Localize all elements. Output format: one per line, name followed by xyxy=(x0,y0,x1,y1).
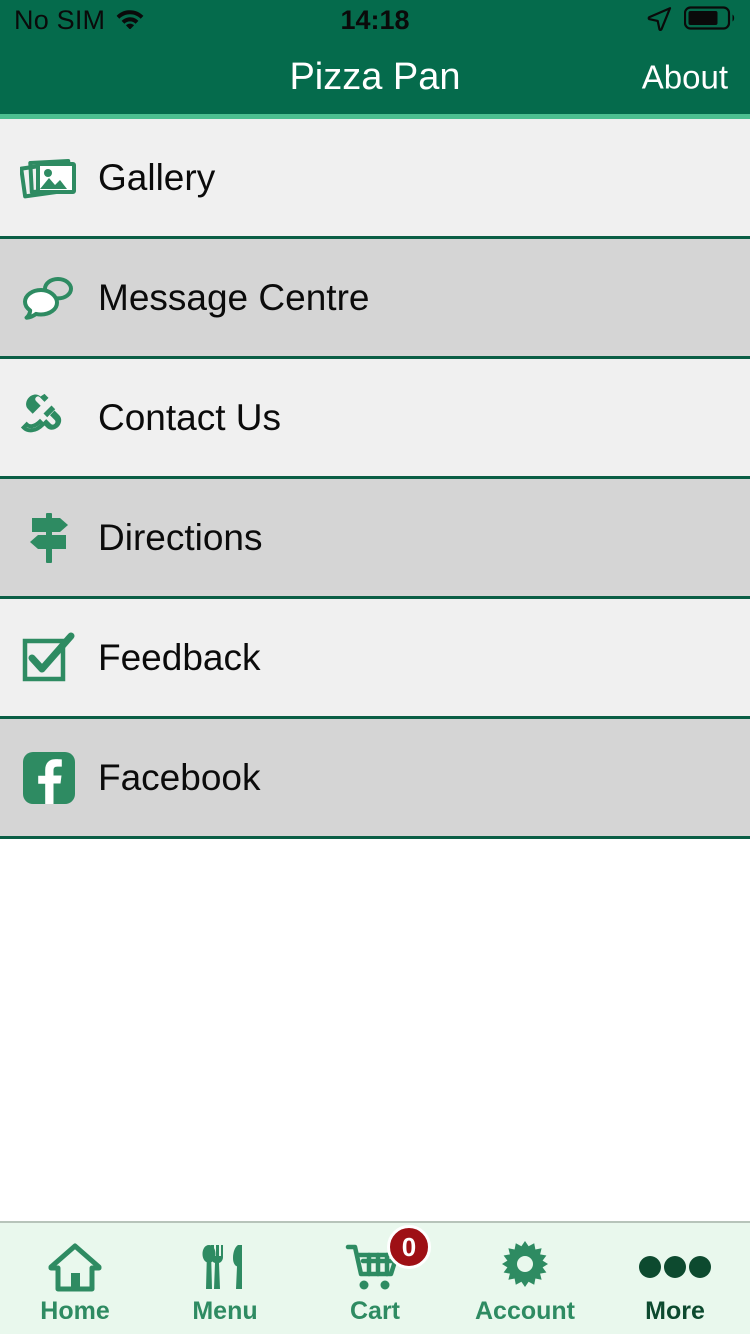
tab-cart[interactable]: 0 Cart xyxy=(300,1223,450,1334)
speech-bubbles-icon xyxy=(18,267,80,329)
tab-label: Home xyxy=(40,1297,110,1325)
carrier-label: No SIM xyxy=(14,4,106,35)
list-item-label: Message Centre xyxy=(98,277,370,318)
facebook-icon xyxy=(18,747,80,809)
about-button[interactable]: About xyxy=(642,61,728,94)
shopping-cart-icon: 0 xyxy=(345,1225,431,1295)
menu-list: Gallery Message Centre Contact Us Direct… xyxy=(0,119,750,839)
list-item-label: Contact Us xyxy=(98,397,282,438)
list-item-label: Feedback xyxy=(98,637,261,678)
tab-account[interactable]: Account xyxy=(450,1223,600,1334)
location-arrow-icon xyxy=(646,5,672,36)
cutlery-icon xyxy=(197,1239,253,1295)
checkbox-check-icon xyxy=(18,627,80,689)
nav-bar: Pizza Pan About xyxy=(0,40,750,119)
empty-content-area xyxy=(0,839,750,1221)
photos-stack-icon xyxy=(18,147,80,209)
list-item-feedback[interactable]: Feedback xyxy=(0,599,750,719)
signpost-icon xyxy=(18,507,80,569)
status-bar-left: No SIM xyxy=(14,4,145,35)
tab-label: Cart xyxy=(349,1297,400,1325)
tab-label: Menu xyxy=(192,1297,258,1325)
app-screen: No SIM 14:18 Pizza Pan About Gallery Mes… xyxy=(0,0,750,1334)
list-item-label: Directions xyxy=(98,517,263,558)
tab-more[interactable]: More xyxy=(600,1223,750,1334)
cart-badge: 0 xyxy=(387,1225,431,1269)
bottom-tab-bar: Home Menu 0 Cart Account More xyxy=(0,1221,750,1334)
tab-home[interactable]: Home xyxy=(0,1223,150,1334)
ellipsis-icon xyxy=(638,1239,712,1295)
tab-menu[interactable]: Menu xyxy=(150,1223,300,1334)
phone-handset-icon xyxy=(18,387,80,449)
tab-label: Account xyxy=(475,1297,575,1325)
list-item-label: Gallery xyxy=(98,157,216,198)
gear-icon xyxy=(497,1239,553,1295)
list-item-label: Facebook xyxy=(98,757,261,798)
wifi-icon xyxy=(115,7,145,34)
battery-icon xyxy=(683,5,736,36)
list-item-message-centre[interactable]: Message Centre xyxy=(0,239,750,359)
list-item-gallery[interactable]: Gallery xyxy=(0,119,750,239)
page-title: Pizza Pan xyxy=(289,56,461,98)
house-icon xyxy=(47,1239,103,1295)
status-bar: No SIM 14:18 xyxy=(0,0,750,40)
status-bar-right xyxy=(646,5,736,36)
tab-label: More xyxy=(645,1297,705,1325)
list-item-facebook[interactable]: Facebook xyxy=(0,719,750,839)
list-item-directions[interactable]: Directions xyxy=(0,479,750,599)
list-item-contact-us[interactable]: Contact Us xyxy=(0,359,750,479)
